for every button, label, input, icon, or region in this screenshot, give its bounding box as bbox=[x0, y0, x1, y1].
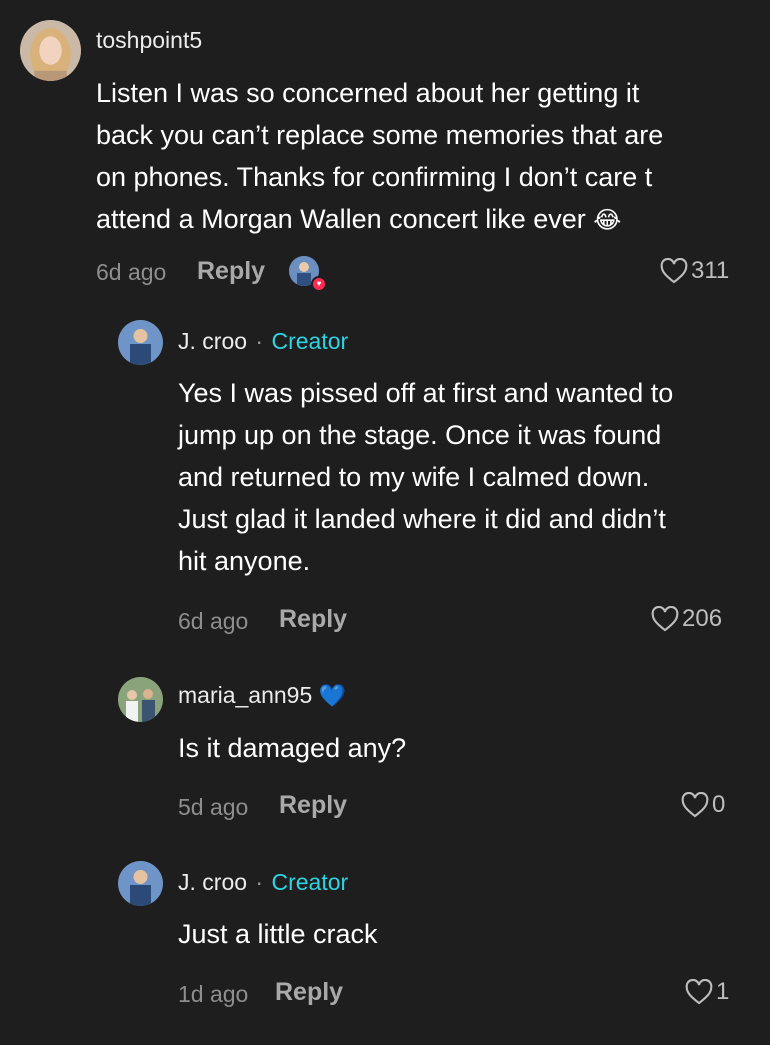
comment-text-line: Just glad it landed where it did and did… bbox=[178, 504, 666, 534]
comment-text-line: on phones. Thanks for confirming I don’t… bbox=[96, 162, 653, 192]
comment-timestamp: 5d ago bbox=[178, 794, 249, 820]
reply-button[interactable]: Reply bbox=[279, 791, 347, 820]
comment-username[interactable]: toshpoint5 bbox=[96, 27, 202, 54]
like-count: 206 bbox=[682, 605, 723, 632]
like-count: 1 bbox=[716, 978, 730, 1005]
comment-text-line: Yes I was pissed off at first and wanted… bbox=[178, 378, 674, 408]
creator-tag: Creator bbox=[271, 869, 349, 895]
laughing-emoji: 😂 bbox=[593, 207, 622, 234]
creator-liked-icon: ♥ bbox=[289, 256, 327, 292]
reply-button[interactable]: Reply bbox=[197, 257, 265, 286]
creator-tag: Creator bbox=[271, 328, 349, 354]
comment-text-line: Is it damaged any? bbox=[178, 733, 407, 763]
avatar-image bbox=[20, 20, 81, 81]
heart-outline-icon bbox=[685, 979, 713, 1005]
comment-timestamp: 6d ago bbox=[96, 259, 167, 285]
like-button[interactable]: 206 bbox=[651, 605, 722, 633]
comment-text-line: back you can’t replace some memories tha… bbox=[96, 120, 664, 150]
avatar[interactable] bbox=[20, 20, 81, 81]
like-count: 311 bbox=[691, 257, 730, 284]
comment-username[interactable]: J. croo · Creator bbox=[178, 869, 348, 896]
avatar-image bbox=[118, 677, 163, 722]
avatar[interactable] bbox=[118, 677, 163, 722]
avatar[interactable] bbox=[118, 320, 163, 365]
comment-timestamp: 6d ago bbox=[178, 608, 249, 634]
comment-timestamp: 1d ago bbox=[178, 981, 249, 1007]
heart-outline-icon bbox=[660, 258, 688, 284]
comment-text: Just a little crack bbox=[178, 913, 758, 955]
comment-username[interactable]: maria_ann95 💙 bbox=[178, 682, 346, 709]
heart-outline-icon bbox=[651, 606, 679, 632]
like-count: 0 bbox=[712, 791, 726, 818]
avatar-image bbox=[118, 320, 163, 365]
comment-text-line: Just a little crack bbox=[178, 919, 378, 949]
comment-username[interactable]: J. croo · Creator bbox=[178, 328, 348, 355]
avatar-image bbox=[118, 861, 163, 906]
comment-text: Is it damaged any? bbox=[178, 727, 758, 769]
blue-heart-emoji: 💙 bbox=[318, 683, 347, 708]
heart-outline-icon bbox=[681, 792, 709, 818]
comment-text-line: Listen I was so concerned about her gett… bbox=[96, 78, 640, 108]
comment-text: Yes I was pissed off at first and wanted… bbox=[178, 372, 758, 582]
reply-button[interactable]: Reply bbox=[275, 978, 343, 1007]
like-button[interactable]: 1 bbox=[685, 978, 729, 1006]
comment-text: Listen I was so concerned about her gett… bbox=[96, 72, 756, 242]
heart-badge-icon: ♥ bbox=[311, 276, 327, 292]
like-button[interactable]: 0 bbox=[681, 791, 725, 819]
comment-text-line: and returned to my wife I calmed down. bbox=[178, 462, 650, 492]
avatar[interactable] bbox=[118, 861, 163, 906]
like-button[interactable]: 311 bbox=[660, 257, 729, 285]
comment-text-line: hit anyone. bbox=[178, 546, 311, 576]
comment-text-line: jump up on the stage. Once it was found bbox=[178, 420, 662, 450]
comment-text-line: attend a Morgan Wallen concert like ever… bbox=[96, 204, 622, 234]
reply-button[interactable]: Reply bbox=[279, 605, 347, 634]
